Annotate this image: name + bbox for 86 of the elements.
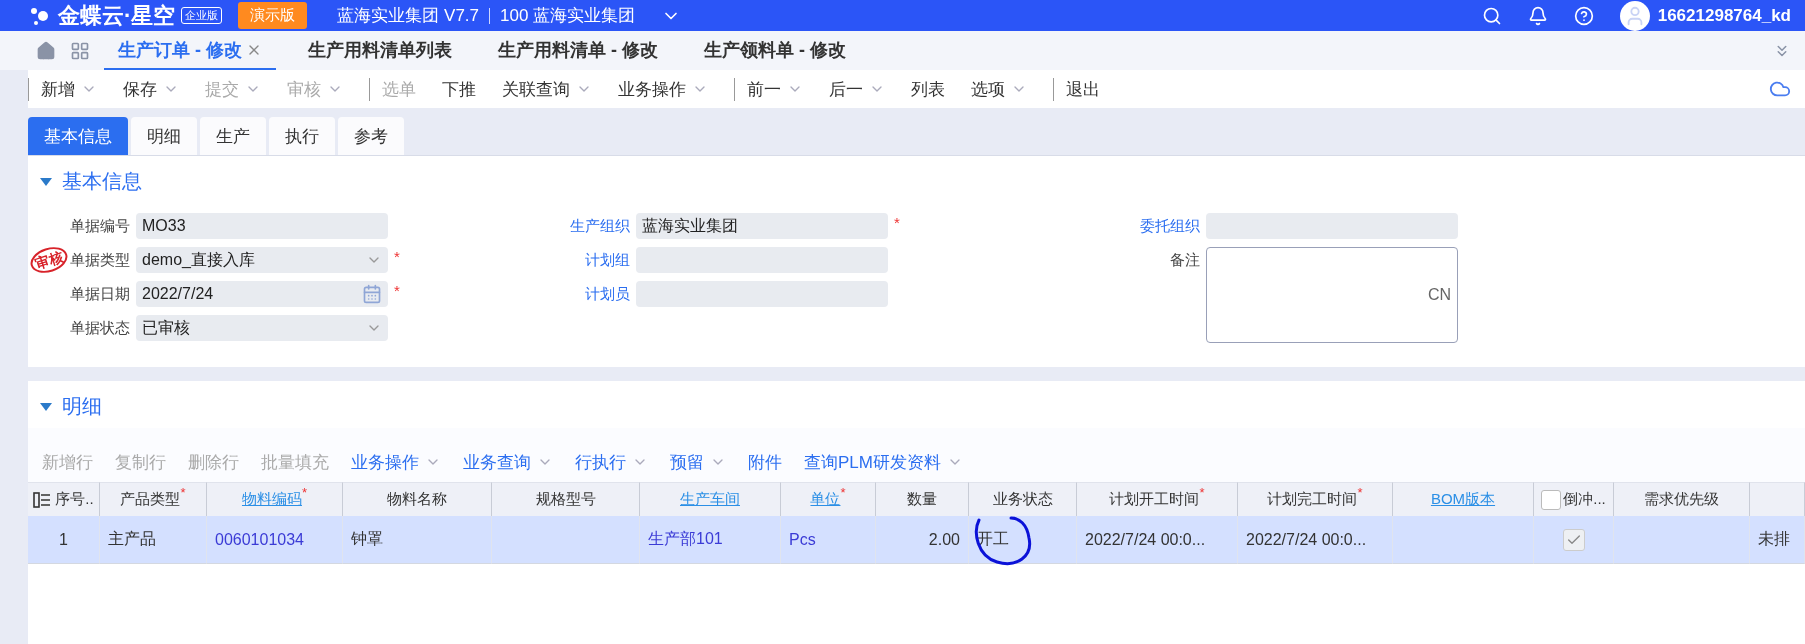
avatar-icon[interactable] [1619, 0, 1650, 31]
column-title[interactable]: 数量 [907, 490, 937, 509]
help-icon[interactable] [1573, 5, 1594, 26]
toolbar-button[interactable]: 查询PLM研发资料 [804, 450, 963, 474]
table-cell: Pcs [781, 516, 876, 564]
field-label[interactable]: 生产组织 [570, 213, 630, 239]
required-mark: * [394, 281, 400, 301]
toolbar-button[interactable]: 前一 [734, 77, 803, 101]
column-title[interactable]: 序号.. [55, 490, 94, 509]
table-cell: 2.00 [876, 516, 969, 564]
table-cell: 钟罩 [343, 516, 492, 564]
form-tab[interactable]: 明细 [131, 117, 197, 155]
edition-badge: 企业版 [181, 7, 223, 24]
date-field[interactable]: 2022/7/24 [136, 281, 388, 307]
collapse-icon[interactable] [40, 177, 52, 186]
toolbar-button[interactable]: 列表 [911, 77, 945, 101]
table-cell: 2022/7/24 00:0... [1077, 516, 1238, 564]
field-label[interactable]: 计划员 [585, 281, 630, 307]
page-tab[interactable]: 生产用料清单 - 修改 [484, 31, 672, 70]
table-cell: 1 [28, 516, 100, 564]
field-label[interactable]: 计划组 [585, 247, 630, 273]
column-title[interactable]: 业务状态 [992, 490, 1053, 509]
field-label: 单据类型 [70, 250, 130, 270]
field-label: 备注 [1170, 250, 1200, 270]
column-title[interactable]: 需求优先级 [1644, 490, 1719, 509]
columns-icon[interactable] [33, 490, 52, 509]
toolbar-button[interactable]: 关联查询 [502, 77, 592, 101]
form-tab[interactable]: 生产 [200, 117, 266, 155]
demo-badge: 演示版 [238, 2, 308, 29]
required-mark: * [1199, 485, 1205, 500]
column-title[interactable]: 产品类型 [120, 490, 181, 509]
language-label: CN [1427, 286, 1451, 304]
column-title[interactable]: 倒冲... [1563, 490, 1606, 509]
toolbar-button[interactable]: 预留 [670, 450, 726, 474]
user-name[interactable]: 16621298764_kd [1657, 5, 1791, 26]
required-mark: * [894, 213, 900, 233]
org-name[interactable]: 100 蓝海实业集团 [500, 4, 636, 27]
header-checkbox[interactable] [1541, 489, 1562, 510]
column-title[interactable]: 计划开工时间 [1109, 490, 1200, 509]
search-icon[interactable] [1481, 5, 1502, 26]
brand-name: 金蝶云·星空 [58, 1, 176, 30]
page-tab[interactable]: 生产用料清单列表 [294, 31, 466, 70]
required-mark: * [840, 485, 846, 500]
form-tab[interactable]: 基本信息 [28, 117, 128, 155]
toolbar-button[interactable]: 业务查询 [463, 450, 553, 474]
input-field[interactable]: MO33 [136, 213, 388, 239]
input-field[interactable]: 蓝海实业集团 [636, 213, 888, 239]
remark-field[interactable]: CN [1206, 247, 1458, 343]
toolbar-button[interactable]: 附件 [748, 450, 782, 474]
toolbar-button[interactable]: 下推 [442, 77, 476, 101]
select-field[interactable]: 已审核 [136, 315, 388, 341]
toolbar-button[interactable]: 新增 [28, 77, 97, 101]
form-tab[interactable]: 执行 [269, 117, 335, 155]
field-label: 单据日期 [70, 284, 130, 304]
toolbar-button[interactable]: 保存 [123, 77, 179, 101]
field-label: 单据编号 [70, 216, 130, 236]
bell-icon[interactable] [1527, 5, 1548, 26]
toolbar-button[interactable]: 退出 [1053, 77, 1100, 101]
table-cell: 未排 [1750, 516, 1805, 564]
column-title[interactable]: 物料名称 [387, 490, 447, 509]
collapse-icon[interactable] [40, 402, 52, 411]
calendar-icon [362, 284, 382, 304]
toolbar-button[interactable]: 选项 [971, 77, 1027, 101]
column-title[interactable]: 规格型号 [535, 490, 596, 509]
toolbar-button[interactable]: 行执行 [575, 450, 648, 474]
required-mark: * [301, 485, 308, 500]
table-cell: 主产品 [100, 516, 207, 564]
field-label[interactable]: 委托组织 [1140, 213, 1200, 239]
column-title[interactable]: 计划完工时间 [1267, 490, 1358, 509]
org-title: 蓝海实业集团 V7.7 [337, 5, 480, 27]
section-title: 明细 [62, 394, 102, 419]
form-tab[interactable]: 参考 [338, 117, 404, 155]
table-cell: 生产部101 [640, 516, 781, 564]
page-tab[interactable]: 生产领料单 - 修改 [690, 31, 860, 70]
table-cell: 2022/7/24 00:0... [1238, 516, 1393, 564]
toolbar-button[interactable]: 业务操作 [618, 77, 708, 101]
select-field[interactable]: demo_直接入库 [136, 247, 388, 273]
checkbox[interactable] [1562, 528, 1585, 551]
toolbar-button[interactable]: 后一 [829, 77, 885, 101]
required-mark: * [394, 247, 400, 267]
section-title: 基本信息 [62, 169, 142, 194]
field-label: 单据状态 [70, 318, 130, 338]
toolbar-button[interactable]: 业务操作 [351, 450, 441, 474]
required-mark: * [1357, 485, 1363, 500]
required-mark: * [180, 485, 186, 500]
table-cell: 0060101034 [207, 516, 343, 564]
